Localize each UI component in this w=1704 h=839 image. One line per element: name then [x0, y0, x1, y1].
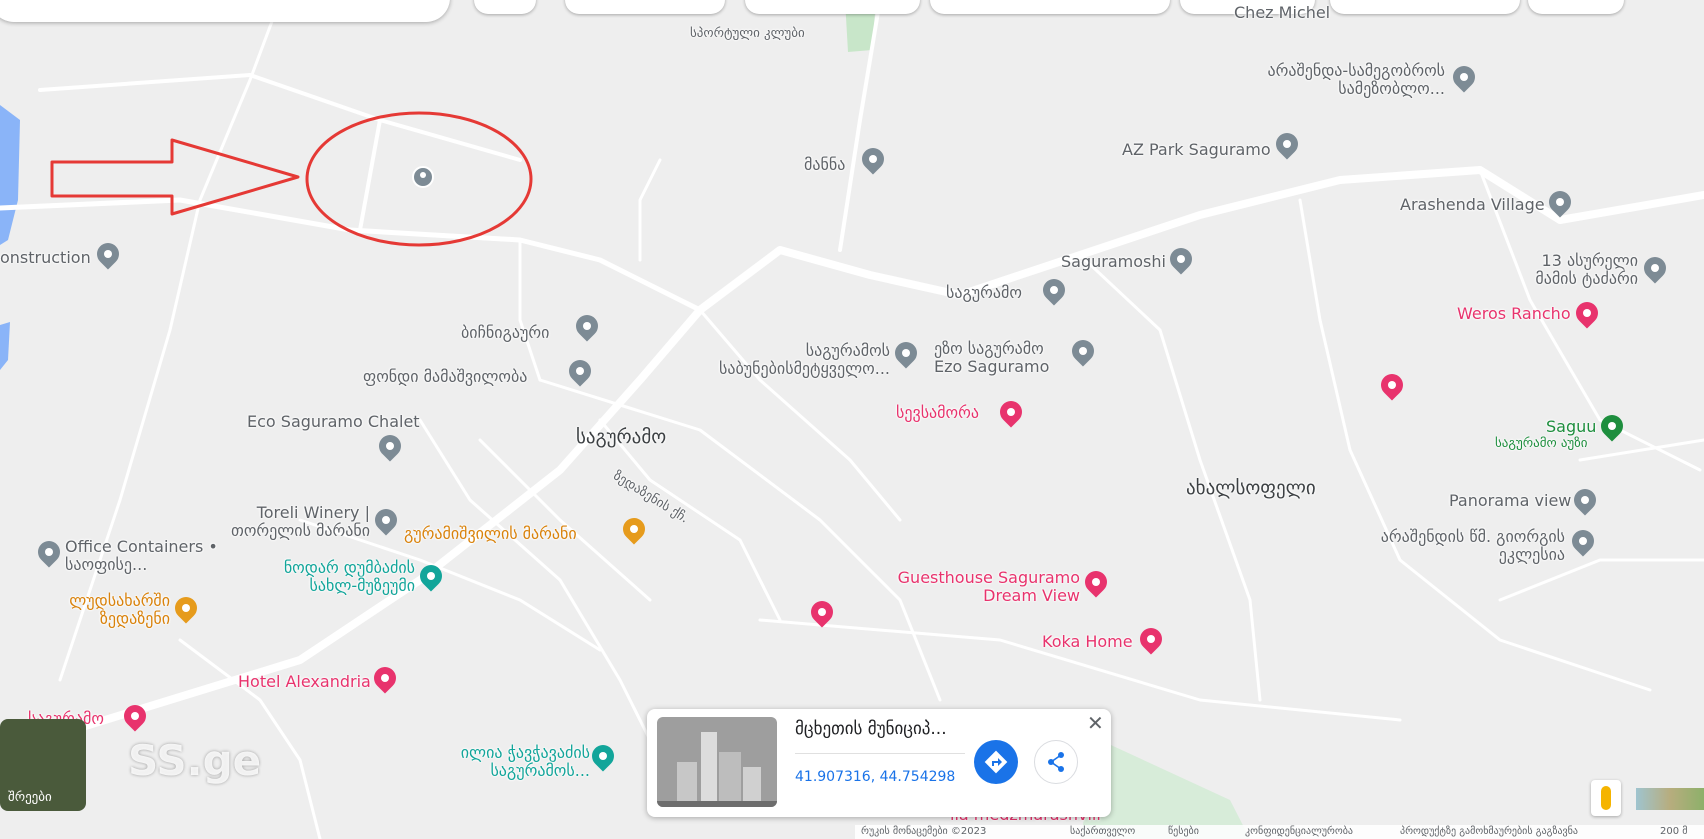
saguramos-school-label: საგურამოს საბუნებისმეტყველო...	[719, 341, 890, 378]
toreli-winery-label: Toreli Winery | თორელის მარანი	[231, 503, 370, 540]
place-info-card[interactable]: მცხეთის მუნიციპ... 41.907316, 44.754298 …	[647, 709, 1111, 817]
pegman-icon	[1601, 786, 1611, 810]
hotel-alexandria-label: Hotel Alexandria	[238, 672, 371, 691]
az-park-label: AZ Park Saguramo	[1122, 140, 1271, 159]
filter-chip-4[interactable]	[930, 0, 1170, 14]
scale-label: 200 მ	[1660, 826, 1688, 837]
share-icon	[1048, 752, 1064, 772]
ilia-chavchavadze-label: ილია ჭავჭავაძის საგურამოს...	[460, 743, 590, 780]
card-divider	[795, 753, 965, 754]
map-footer: რუკის მონაცემები ©2023 საქართველო წესები…	[855, 825, 1704, 839]
eco-chalet-label: Eco Saguramo Chalet	[247, 412, 420, 431]
buildings-icon	[657, 732, 777, 807]
layers-label: შრეები	[8, 790, 52, 805]
filter-chip-3[interactable]	[745, 0, 920, 14]
saguramoshi-label: Saguramoshi	[1061, 252, 1166, 271]
guramishvili-marani-label: გურამიშვილის მარანი	[404, 524, 577, 543]
filter-chip-6[interactable]	[1330, 0, 1520, 14]
mannna-label: მანნა	[804, 155, 846, 174]
directions-icon	[984, 750, 1008, 774]
koka-home-label: Koka Home	[1042, 632, 1133, 651]
street-view-pegman[interactable]	[1591, 780, 1621, 816]
saguu-sub-label: საგურამო აუზი	[1495, 436, 1588, 451]
chez-michel-label: Chez Michel	[1234, 3, 1331, 22]
footer-feedback[interactable]: პროდუქტზე გამოხმაურების გაგზავნა	[1400, 826, 1578, 837]
layers-button[interactable]: შრეები	[0, 719, 86, 811]
map-data-credit: რუკის მონაცემები ©2023	[861, 826, 987, 837]
office-containers-label: Office Containers • საოფისე...	[65, 537, 218, 574]
fondi-mamashvili-label: ფონდი მამაშვილობა	[363, 367, 528, 386]
arashenda-village-label: Arashenda Village	[1400, 195, 1545, 214]
place-thumbnail[interactable]	[657, 717, 777, 807]
panorama-view-label: Panorama view	[1449, 491, 1572, 510]
search-bar[interactable]	[0, 0, 450, 22]
nodar-dumbadze-label: ნოდარ დუმბაძის სახლ-მუზეუმი	[283, 558, 415, 595]
place-title: მცხეთის მუნიციპ...	[795, 719, 947, 739]
guesthouse-label: Guesthouse Saguramo Dream View	[897, 568, 1080, 605]
ludsakharshi-label: ლუდსახარში ზედაზენი	[69, 591, 170, 628]
footer-terms[interactable]: წესები	[1168, 826, 1199, 837]
construction-label: onstruction	[0, 248, 91, 267]
bichnigauri-label: ბიჩნიგაური	[461, 323, 550, 342]
sevsamora-label: სევსამორა	[896, 403, 979, 422]
place-coordinates[interactable]: 41.907316, 44.754298	[795, 769, 955, 785]
imagery-thumbnails[interactable]	[1636, 788, 1704, 810]
filter-chip-7[interactable]	[1528, 0, 1624, 14]
saguramo-poi-label: საგურამო	[946, 283, 1022, 302]
weros-rancho-label: Weros Rancho	[1457, 304, 1571, 323]
directions-button[interactable]	[974, 740, 1018, 784]
saguu-label: Saguu	[1546, 417, 1597, 436]
saguramo-village-label: საგურამო	[576, 426, 667, 448]
share-button[interactable]	[1034, 740, 1078, 784]
water-body	[0, 105, 20, 245]
13-asureli-label: 13 ასურელი მამის ტაძარი	[1535, 251, 1638, 288]
ezo-saguramo-label: ეზო საგურამო Ezo Saguramo	[934, 339, 1050, 376]
water-body-2	[0, 322, 10, 370]
filter-chip-2[interactable]	[565, 0, 725, 14]
footer-privacy[interactable]: კონფიდენციალურობა	[1245, 826, 1353, 837]
akhalsopeli-label: ახალსოფელი	[1186, 477, 1316, 499]
arashenda-samegobro-label: არაშენდა-სამეგობროს სამეზობლო...	[1267, 61, 1445, 98]
watermark-logo: SS.ge	[128, 736, 262, 785]
close-icon[interactable]: ✕	[1087, 711, 1104, 735]
church-label: არაშენდის წმ. გიორგის ეკლესია	[1380, 527, 1565, 564]
sport-club-label: სპორტული კლუბი	[690, 26, 805, 41]
footer-country[interactable]: საქართველო	[1070, 826, 1135, 837]
filter-chip-1[interactable]	[474, 0, 536, 14]
